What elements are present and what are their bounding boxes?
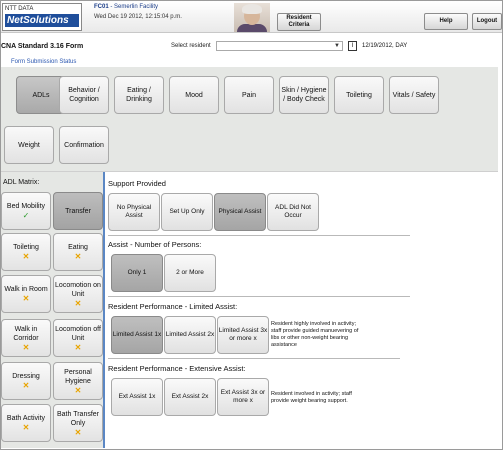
adl-label: Eating [68,244,88,251]
support-provided-title: Support Provided [108,179,166,188]
adl-label: Locomotion off Unit [55,325,101,342]
adl-label: Bath Transfer Only [56,410,100,427]
option-adl-did-not-occur[interactable]: ADL Did Not Occur [267,193,319,231]
extensive-assist-description: Resident involved in activity; staff pro… [271,391,352,404]
logo-company-text: NTT DATA [5,6,34,12]
incomplete-x-icon: ✕ [74,298,82,308]
adl-locomotion-on-unit[interactable]: Locomotion on Unit ✕ [53,275,103,313]
tab-weight[interactable]: Weight [4,126,54,164]
photo-shoulders [237,24,267,32]
option-limited-assist-2x[interactable]: Limited Assist 2x [164,316,216,354]
adl-label: Walk in Room [4,286,48,293]
incomplete-x-icon: ✕ [74,342,82,352]
adl-personal-hygiene[interactable]: Personal Hygiene ✕ [53,362,103,400]
limited-assist-description: Resident highly involved in activity; st… [271,321,359,348]
adl-locomotion-off-unit[interactable]: Locomotion off Unit ✕ [53,319,103,357]
photo-hair [242,4,262,14]
adl-matrix-panel: ADL Matrix: Bed Mobility ✓ Transfer Toil… [1,172,105,448]
adl-transfer[interactable]: Transfer [53,192,103,230]
option-no-physical-assist[interactable]: No Physical Assist [108,193,160,231]
option-physical-assist[interactable]: Physical Assist [214,193,266,231]
adl-dressing[interactable]: Dressing ✕ [1,362,51,400]
incomplete-x-icon: ✕ [22,294,30,303]
incomplete-x-icon: ✕ [74,427,82,437]
section-divider [108,235,410,236]
calendar-icon[interactable]: I [348,41,357,51]
tab-pain[interactable]: Pain [224,76,274,114]
header-datetime: Wed Dec 19 2012, 12:15:04 p.m. [94,14,182,20]
adl-bath-activity[interactable]: Bath Activity ✕ [1,404,51,442]
adl-matrix-title: ADL Matrix: [3,179,40,186]
adl-label: Personal Hygiene [64,368,92,385]
option-ext-assist-2x[interactable]: Ext Assist 2x [164,378,216,416]
adl-toileting[interactable]: Toileting ✕ [1,233,51,271]
incomplete-x-icon: ✕ [74,252,82,261]
adl-label: Bath Activity [6,415,46,422]
adl-label: Toileting [13,244,39,251]
tab-mood[interactable]: Mood [169,76,219,114]
select-resident-dropdown[interactable]: ▼ [216,41,343,51]
help-button[interactable]: Help [424,13,468,30]
extensive-assist-title: Resident Performance - Extensive Assist: [108,364,246,373]
resident-photo [234,3,270,32]
incomplete-x-icon: ✕ [22,342,30,352]
form-date-shift: 12/19/2012, DAY [362,43,408,49]
tab-confirmation[interactable]: Confirmation [59,126,109,164]
tab-skin-hygiene-body-check[interactable]: Skin / Hygiene / Body Check [279,76,329,114]
app-header: NTT DATA NetSolutions FC01 - Semerlin Fa… [1,1,502,33]
form-title: CNA Standard 3.16 Form [1,43,84,50]
facility-code: FC01 [94,4,109,10]
adl-label: Dressing [12,373,40,380]
tab-vitals-safety[interactable]: Vitals / Safety [389,76,439,114]
section-divider [108,358,400,359]
logout-button[interactable]: Logout [472,13,502,30]
logo-product-text: NetSolutions [5,14,79,27]
incomplete-x-icon: ✕ [22,381,30,390]
adl-label: Locomotion on Unit [55,281,101,298]
adl-walk-in-room[interactable]: Walk in Room ✕ [1,275,51,313]
facility-name: Semerlin Facility [114,4,159,10]
adl-label: Walk in Corridor [13,325,39,342]
form-submission-status-link[interactable]: Form Submission Status [11,59,76,65]
limited-assist-title: Resident Performance - Limited Assist: [108,302,238,311]
adl-content: ADL Matrix: Bed Mobility ✓ Transfer Toil… [1,171,498,448]
section-divider [108,296,410,297]
chevron-down-icon: ▼ [334,43,340,49]
category-panel: ADLs Behavior / Cognition Eating / Drink… [1,67,498,171]
option-only-1[interactable]: Only 1 [111,254,163,292]
option-ext-assist-1x[interactable]: Ext Assist 1x [111,378,163,416]
incomplete-x-icon: ✕ [22,423,30,432]
adl-label: Transfer [65,207,91,215]
adl-bed-mobility[interactable]: Bed Mobility ✓ [1,192,51,230]
select-resident-label: Select resident [171,43,211,49]
adl-bath-transfer-only[interactable]: Bath Transfer Only ✕ [53,404,103,442]
option-limited-assist-1x[interactable]: Limited Assist 1x [111,316,163,354]
option-2-or-more[interactable]: 2 or More [164,254,216,292]
option-set-up-only[interactable]: Set Up Only [161,193,213,231]
option-limited-assist-3x[interactable]: Limited Assist 3x or more x [217,316,269,354]
assist-persons-title: Assist - Number of Persons: [108,240,202,249]
tab-eating-drinking[interactable]: Eating / Drinking [114,76,164,114]
tab-behavior-cognition[interactable]: Behavior / Cognition [59,76,109,114]
incomplete-x-icon: ✕ [74,385,82,395]
adl-walk-in-corridor[interactable]: Walk in Corridor ✕ [1,319,51,357]
checkmark-icon: ✓ [22,211,30,220]
option-ext-assist-3x[interactable]: Ext Assist 3x or more x [217,378,269,416]
resident-criteria-button[interactable]: Resident Criteria [277,13,321,31]
incomplete-x-icon: ✕ [22,252,30,261]
tab-toileting[interactable]: Toileting [334,76,384,114]
facility-info: FC01 - Semerlin Facility [94,4,158,10]
adl-label: Bed Mobility [6,203,46,210]
ntt-logo: NTT DATA NetSolutions [2,3,82,31]
adl-eating[interactable]: Eating ✕ [53,233,103,271]
